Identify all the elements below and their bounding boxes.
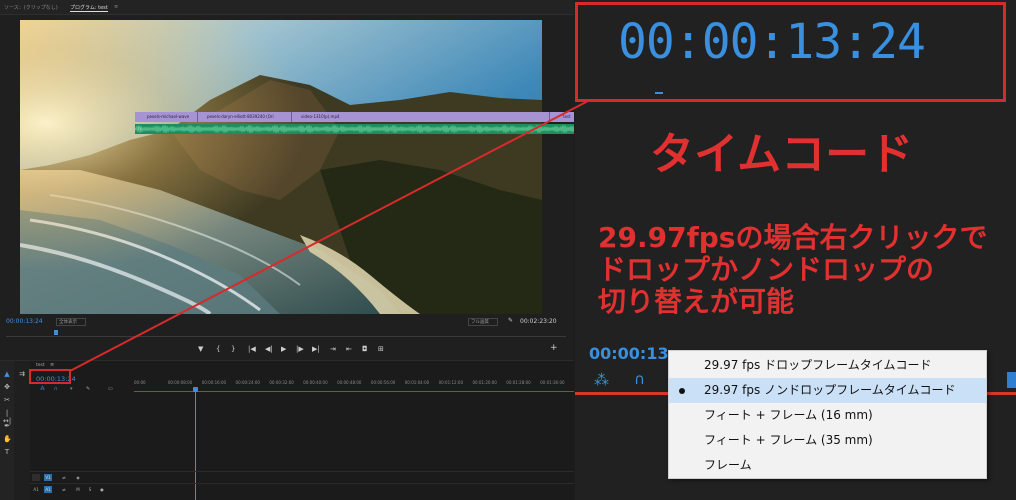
connector-line	[69, 100, 589, 372]
annotation-source-box	[29, 369, 71, 384]
menu-item-feet-16mm[interactable]: フィート + フレーム (16 mm)	[669, 403, 986, 428]
menu-item-frames[interactable]: フレーム	[669, 453, 986, 478]
menu-item-label: フィート + フレーム (35 mm)	[704, 433, 873, 447]
menu-item-feet-35mm[interactable]: フィート + フレーム (35 mm)	[669, 428, 986, 453]
radio-selected-icon	[679, 388, 685, 394]
timecode-context-menu: 29.97 fps ドロップフレームタイムコード 29.97 fps ノンドロッ…	[668, 350, 987, 479]
menu-item-label: 29.97 fps ノンドロップフレームタイムコード	[704, 383, 956, 397]
menu-item-non-drop-frame[interactable]: 29.97 fps ノンドロップフレームタイムコード	[669, 378, 986, 403]
menu-item-label: フィート + フレーム (16 mm)	[704, 408, 873, 422]
menu-item-label: フレーム	[704, 458, 752, 472]
menu-item-label: 29.97 fps ドロップフレームタイムコード	[704, 358, 932, 372]
menu-item-drop-frame[interactable]: 29.97 fps ドロップフレームタイムコード	[669, 353, 986, 378]
